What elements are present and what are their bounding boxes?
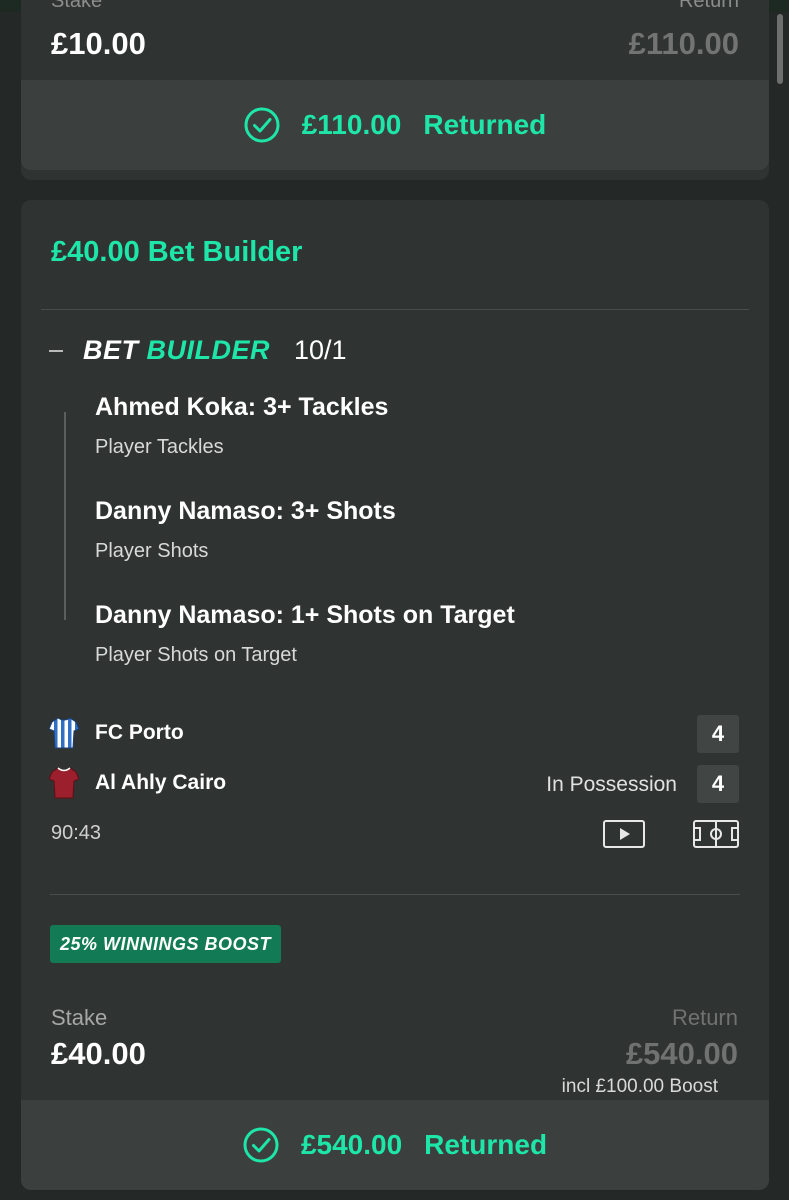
returned-amount: £540.00 bbox=[300, 1129, 403, 1160]
pitch-tracker-icon[interactable] bbox=[693, 820, 739, 848]
selection-leg: Danny Namaso: 1+ Shots on Target Player … bbox=[95, 601, 515, 667]
away-score: 4 bbox=[697, 765, 739, 803]
returned-banner: £110.00 Returned bbox=[21, 80, 769, 170]
stake-label: Stake bbox=[51, 1005, 108, 1030]
leg-market: Player Shots bbox=[95, 540, 209, 562]
scrollbar[interactable] bbox=[777, 14, 783, 84]
returned-banner: £540.00 Returned bbox=[21, 1100, 769, 1190]
selection-leg: Ahmed Koka: 3+ Tackles Player Tackles bbox=[95, 393, 388, 459]
team-name: Al Ahly Cairo bbox=[95, 771, 227, 794]
bet-builder-logo: BET BUILDER bbox=[83, 335, 271, 365]
divider bbox=[50, 894, 740, 895]
stake-value: £40.00 bbox=[51, 1036, 146, 1071]
leg-title: Danny Namaso: 1+ Shots on Target bbox=[95, 601, 515, 629]
previous-bet-card: Stake Return £10.00 £110.00 £110.00 Retu… bbox=[21, 0, 769, 180]
bet-title: £40.00 Bet Builder bbox=[51, 236, 303, 268]
al-ahly-kit-icon bbox=[49, 767, 79, 799]
divider bbox=[41, 309, 749, 310]
winnings-boost-badge: 25% WINNINGS BOOST bbox=[50, 925, 282, 963]
home-team: FC Porto bbox=[49, 716, 184, 750]
bet-builder-card: £40.00 Bet Builder BET BUILDER 10/1 Ahme… bbox=[21, 200, 769, 1190]
check-circle-icon bbox=[244, 107, 280, 143]
stake-label: Stake bbox=[51, 0, 103, 12]
bet-odds: 10/1 bbox=[294, 335, 347, 365]
check-circle-icon bbox=[243, 1127, 279, 1163]
porto-kit-icon bbox=[49, 717, 79, 749]
match-clock: 90:43 bbox=[51, 822, 102, 844]
boost-note: incl £100.00 Boost bbox=[561, 1076, 718, 1097]
team-name: FC Porto bbox=[95, 721, 184, 744]
returned-label: Returned bbox=[423, 109, 547, 140]
home-score: 4 bbox=[697, 715, 739, 753]
possession-indicator: In Possession bbox=[546, 773, 677, 796]
selection-leg: Danny Namaso: 3+ Shots Player Shots bbox=[95, 497, 396, 563]
bet-builder-header[interactable]: BET BUILDER 10/1 bbox=[49, 335, 347, 366]
away-team: Al Ahly Cairo bbox=[49, 766, 226, 800]
return-label: Return bbox=[671, 1005, 738, 1030]
leg-title: Ahmed Koka: 3+ Tackles bbox=[95, 393, 389, 421]
return-value: £110.00 bbox=[628, 26, 739, 61]
return-value: £540.00 bbox=[625, 1036, 738, 1071]
play-video-icon[interactable] bbox=[603, 820, 645, 848]
returned-label: Returned bbox=[424, 1129, 548, 1160]
stake-value: £10.00 bbox=[51, 26, 146, 61]
return-label: Return bbox=[678, 0, 739, 12]
leg-market: Player Tackles bbox=[95, 436, 224, 458]
returned-amount: £110.00 bbox=[301, 109, 402, 140]
legs-connector-line bbox=[64, 412, 66, 620]
leg-market: Player Shots on Target bbox=[95, 644, 297, 666]
leg-title: Danny Namaso: 3+ Shots bbox=[95, 497, 396, 525]
minus-icon[interactable] bbox=[49, 349, 63, 352]
